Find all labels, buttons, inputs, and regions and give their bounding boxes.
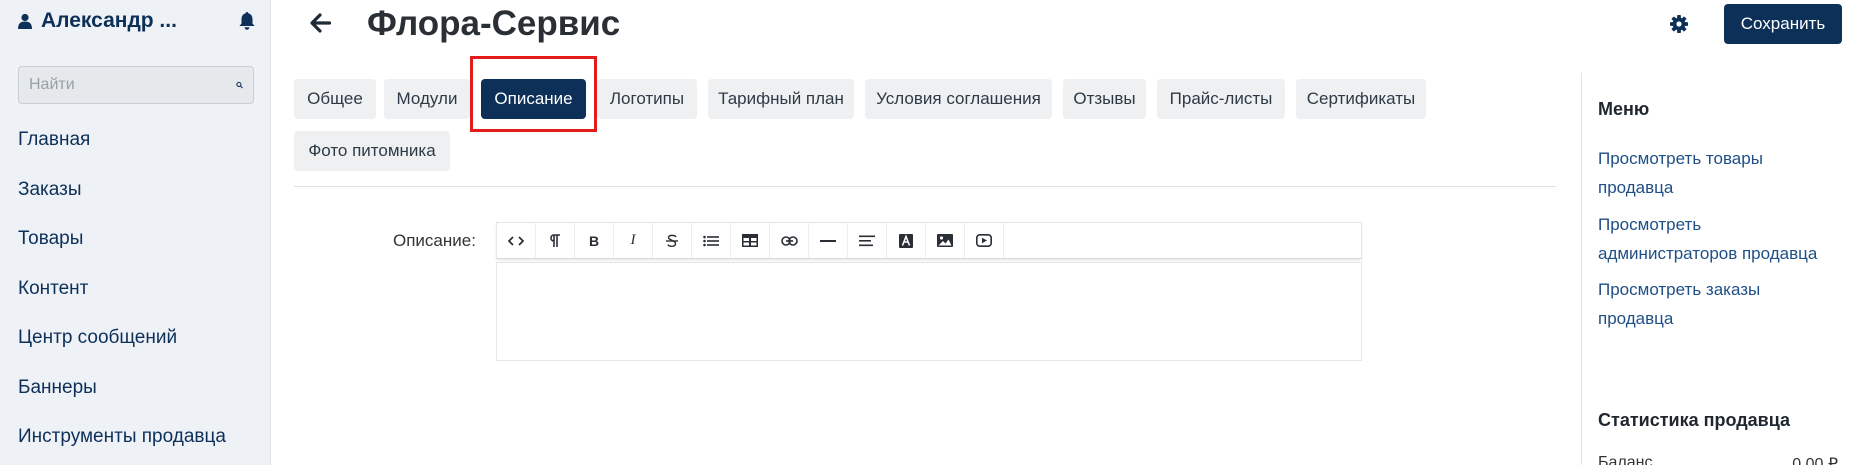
image-icon[interactable]: [926, 223, 965, 258]
view-vendor-admins-link[interactable]: Просмотреть администраторов продавца: [1598, 210, 1838, 268]
bell-icon[interactable]: [238, 11, 256, 31]
balance-row: Баланс 0.00 ₽: [1598, 454, 1838, 465]
back-arrow-icon[interactable]: [310, 12, 332, 34]
search-box[interactable]: [18, 66, 254, 104]
vendor-stats-heading: Статистика продавца: [1598, 410, 1791, 430]
highlight-box: [470, 56, 597, 132]
sidebar-item-content[interactable]: Контент: [18, 277, 258, 327]
description-label: Описание:: [393, 231, 476, 250]
right-panel: Меню Просмотреть товары продавца Просмот…: [1581, 73, 1860, 465]
tab-certificates[interactable]: Сертификаты: [1296, 79, 1426, 119]
link-icon[interactable]: [770, 223, 809, 258]
tab-tariff-plan[interactable]: Тарифный план: [708, 79, 854, 119]
menu-heading: Меню: [1598, 99, 1650, 119]
view-vendor-products-link[interactable]: Просмотреть товары продавца: [1598, 144, 1838, 202]
italic-icon[interactable]: I: [614, 223, 653, 258]
page-title: Флора-Сервис: [367, 4, 621, 43]
tab-price-lists[interactable]: Прайс-листы: [1157, 79, 1285, 119]
align-icon[interactable]: [848, 223, 887, 258]
search-icon[interactable]: [236, 76, 243, 94]
tab-agreement-terms[interactable]: Условия соглашения: [865, 79, 1052, 119]
strikethrough-icon[interactable]: [653, 223, 692, 258]
font-color-icon[interactable]: [887, 223, 926, 258]
bulleted-list-icon[interactable]: [692, 223, 731, 258]
tab-modules[interactable]: Модули: [384, 79, 470, 119]
sidebar-item-products[interactable]: Товары: [18, 227, 258, 277]
sidebar-item-orders[interactable]: Заказы: [18, 178, 258, 228]
video-icon[interactable]: [965, 223, 1004, 258]
table-icon[interactable]: [731, 223, 770, 258]
tab-logos[interactable]: Логотипы: [597, 79, 697, 119]
user-icon: [18, 13, 32, 29]
search-input[interactable]: [29, 76, 236, 94]
sidebar-item-home[interactable]: Главная: [18, 128, 258, 178]
sidebar-nav: Главная Заказы Товары Контент Центр сооб…: [18, 128, 258, 465]
user-name[interactable]: Александр ...: [41, 9, 238, 33]
editor-toolbar: B I: [496, 222, 1362, 259]
horizontal-rule-icon[interactable]: [809, 223, 848, 258]
save-button[interactable]: Сохранить: [1724, 4, 1842, 44]
sidebar-item-banners[interactable]: Баннеры: [18, 376, 258, 426]
tabs-divider: [294, 186, 1556, 187]
sidebar-item-message-center[interactable]: Центр сообщений: [18, 326, 258, 376]
paragraph-icon[interactable]: [536, 223, 575, 258]
user-profile[interactable]: Александр ...: [18, 8, 256, 34]
tab-nursery-photos[interactable]: Фото питомника: [294, 131, 450, 171]
bold-icon[interactable]: B: [575, 223, 614, 258]
view-vendor-orders-link[interactable]: Просмотреть заказы продавца: [1598, 275, 1838, 333]
balance-label: Баланс: [1598, 454, 1653, 465]
description-editor[interactable]: [496, 262, 1362, 361]
sidebar: Александр ... Главная Заказы Товары Конт…: [0, 0, 271, 465]
tab-reviews[interactable]: Отзывы: [1063, 79, 1146, 119]
gear-icon[interactable]: [1669, 14, 1689, 34]
code-view-icon[interactable]: [497, 223, 536, 258]
balance-value: 0.00 ₽: [1792, 456, 1838, 465]
tab-general[interactable]: Общее: [294, 79, 376, 119]
sidebar-item-vendor-tools[interactable]: Инструменты продавца: [18, 425, 258, 465]
